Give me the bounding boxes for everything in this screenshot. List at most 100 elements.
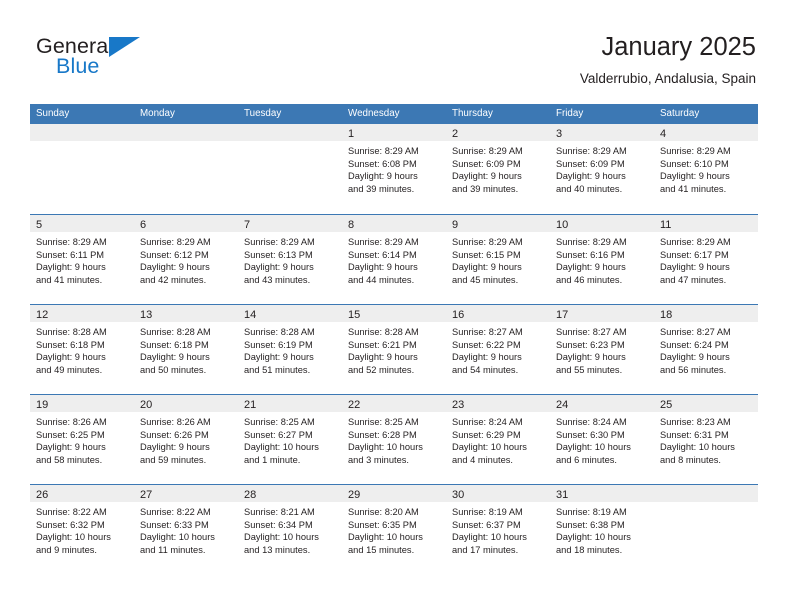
sunrise-text: Sunrise: 8:21 AM <box>244 507 315 517</box>
daylight-text-line1: Daylight: 9 hours <box>452 171 522 182</box>
calendar-day-cell[interactable]: 18 Sunrise: 8:27 AM Sunset: 6:24 PM Dayligh… <box>654 305 758 394</box>
sunset-text: Sunset: 6:09 PM <box>452 158 521 169</box>
daylight-text-line2: and 9 minutes. <box>36 544 97 555</box>
calendar-day-cell[interactable]: 3 Sunrise: 8:29 AM Sunset: 6:09 PM Daylight… <box>550 124 654 214</box>
day-number-band: 8 <box>342 215 446 232</box>
calendar-day-cell[interactable]: 5 Sunrise: 8:29 AM Sunset: 6:11 PM Daylight… <box>30 215 134 304</box>
calendar-day-cell[interactable]: 13 Sunrise: 8:28 AM Sunset: 6:18 PM Dayligh… <box>134 305 238 394</box>
sunset-text: Sunset: 6:24 PM <box>660 339 729 350</box>
generalblue-logo[interactable]: General Blue <box>36 34 236 84</box>
day-number: 26 <box>36 489 49 501</box>
calendar-day-cell[interactable]: 9 Sunrise: 8:29 AM Sunset: 6:15 PM Daylight… <box>446 215 550 304</box>
calendar-day-cell[interactable]: 1 Sunrise: 8:29 AM Sunset: 6:08 PM Daylight… <box>342 124 446 214</box>
day-sun-info: Sunrise: 8:26 AM Sunset: 6:26 PM Daylight:… <box>134 412 238 466</box>
calendar-day-cell[interactable]: 25 Sunrise: 8:23 AM Sunset: 6:31 PM Dayligh… <box>654 395 758 484</box>
day-number-band: 19 <box>30 395 134 412</box>
calendar-day-cell[interactable]: 17 Sunrise: 8:27 AM Sunset: 6:23 PM Dayligh… <box>550 305 654 394</box>
calendar-day-cell[interactable]: 19 Sunrise: 8:26 AM Sunset: 6:25 PM Dayligh… <box>30 395 134 484</box>
daylight-text-line2: and 49 minutes. <box>36 364 103 375</box>
daylight-text-line2: and 17 minutes. <box>452 544 519 555</box>
daylight-text-line1: Daylight: 9 hours <box>556 171 626 182</box>
daylight-text-line1: Daylight: 10 hours <box>348 442 423 453</box>
daylight-text-line2: and 8 minutes. <box>660 454 721 465</box>
calendar-day-cell[interactable]: 29 Sunrise: 8:20 AM Sunset: 6:35 PM Dayligh… <box>342 485 446 574</box>
calendar-day-cell[interactable]: 7 Sunrise: 8:29 AM Sunset: 6:13 PM Daylight… <box>238 215 342 304</box>
daylight-text-line1: Daylight: 10 hours <box>348 532 423 543</box>
day-number: 6 <box>140 219 147 231</box>
calendar-day-cell[interactable]: 31 Sunrise: 8:19 AM Sunset: 6:38 PM Dayligh… <box>550 485 654 574</box>
day-number: 12 <box>36 309 49 321</box>
sunrise-text: Sunrise: 8:29 AM <box>452 237 523 247</box>
calendar-day-cell[interactable]: 26 Sunrise: 8:22 AM Sunset: 6:32 PM Dayligh… <box>30 485 134 574</box>
day-sun-info: Sunrise: 8:29 AM Sunset: 6:11 PM Daylight:… <box>30 232 134 286</box>
calendar-day-cell[interactable]: 23 Sunrise: 8:24 AM Sunset: 6:29 PM Dayligh… <box>446 395 550 484</box>
day-number-band: 28 <box>238 485 342 502</box>
sunrise-text: Sunrise: 8:19 AM <box>556 507 627 517</box>
weekday-header-monday: Monday <box>140 108 175 119</box>
sunrise-text: Sunrise: 8:22 AM <box>140 507 211 517</box>
calendar-day-cell[interactable]: 6 Sunrise: 8:29 AM Sunset: 6:12 PM Daylight… <box>134 215 238 304</box>
day-number-band: 4 <box>654 124 758 141</box>
calendar-day-cell[interactable]: 12 Sunrise: 8:28 AM Sunset: 6:18 PM Dayligh… <box>30 305 134 394</box>
calendar-day-cell[interactable]: 10 Sunrise: 8:29 AM Sunset: 6:16 PM Dayligh… <box>550 215 654 304</box>
day-sun-info: Sunrise: 8:23 AM Sunset: 6:31 PM Daylight:… <box>654 412 758 466</box>
day-sun-info: Sunrise: 8:21 AM Sunset: 6:34 PM Daylight:… <box>238 502 342 556</box>
day-number: 7 <box>244 219 251 231</box>
calendar-day-cell[interactable]: 4 Sunrise: 8:29 AM Sunset: 6:10 PM Daylight… <box>654 124 758 214</box>
day-number: 18 <box>660 309 673 321</box>
day-number: 22 <box>348 399 361 411</box>
daylight-text-line2: and 13 minutes. <box>244 544 311 555</box>
daylight-text-line2: and 6 minutes. <box>556 454 617 465</box>
sunset-text: Sunset: 6:28 PM <box>348 429 417 440</box>
day-number: 4 <box>660 128 667 140</box>
sunrise-text: Sunrise: 8:29 AM <box>556 237 627 247</box>
sunset-text: Sunset: 6:32 PM <box>36 519 105 530</box>
daylight-text-line2: and 3 minutes. <box>348 454 409 465</box>
sunset-text: Sunset: 6:18 PM <box>140 339 209 350</box>
sunrise-text: Sunrise: 8:29 AM <box>244 237 315 247</box>
daylight-text-line1: Daylight: 10 hours <box>452 532 527 543</box>
daylight-text-line2: and 39 minutes. <box>452 183 519 194</box>
calendar-day-cell[interactable]: 24 Sunrise: 8:24 AM Sunset: 6:30 PM Dayligh… <box>550 395 654 484</box>
sunrise-text: Sunrise: 8:26 AM <box>36 417 107 427</box>
daylight-text-line2: and 15 minutes. <box>348 544 415 555</box>
calendar-day-cell[interactable]: 8 Sunrise: 8:29 AM Sunset: 6:14 PM Daylight… <box>342 215 446 304</box>
calendar-day-cell[interactable]: 28 Sunrise: 8:21 AM Sunset: 6:34 PM Dayligh… <box>238 485 342 574</box>
day-number-band <box>238 124 342 141</box>
calendar-day-cell[interactable]: 14 Sunrise: 8:28 AM Sunset: 6:19 PM Dayligh… <box>238 305 342 394</box>
daylight-text-line2: and 43 minutes. <box>244 274 311 285</box>
sunset-text: Sunset: 6:25 PM <box>36 429 105 440</box>
sunset-text: Sunset: 6:10 PM <box>660 158 729 169</box>
sunset-text: Sunset: 6:17 PM <box>660 249 729 260</box>
sunset-text: Sunset: 6:35 PM <box>348 519 417 530</box>
daylight-text-line2: and 50 minutes. <box>140 364 207 375</box>
day-number: 24 <box>556 399 569 411</box>
sunset-text: Sunset: 6:09 PM <box>556 158 625 169</box>
calendar-day-cell[interactable]: 20 Sunrise: 8:26 AM Sunset: 6:26 PM Dayligh… <box>134 395 238 484</box>
day-number-band: 30 <box>446 485 550 502</box>
calendar-day-cell[interactable]: 22 Sunrise: 8:25 AM Sunset: 6:28 PM Dayligh… <box>342 395 446 484</box>
calendar-day-cell[interactable]: 21 Sunrise: 8:25 AM Sunset: 6:27 PM Dayligh… <box>238 395 342 484</box>
calendar-grid: Sunday Monday Tuesday Wednesday Thursday Frid… <box>30 104 758 574</box>
page-header: General Blue January 2025 Valderrubio, A… <box>0 0 792 104</box>
day-sun-info: Sunrise: 8:28 AM Sunset: 6:21 PM Daylight:… <box>342 322 446 376</box>
calendar-day-cell[interactable]: 30 Sunrise: 8:19 AM Sunset: 6:37 PM Dayligh… <box>446 485 550 574</box>
daylight-text-line1: Daylight: 9 hours <box>140 352 210 363</box>
day-number-band: 1 <box>342 124 446 141</box>
daylight-text-line2: and 54 minutes. <box>452 364 519 375</box>
calendar-day-cell[interactable]: 11 Sunrise: 8:29 AM Sunset: 6:17 PM Dayligh… <box>654 215 758 304</box>
daylight-text-line1: Daylight: 9 hours <box>660 171 730 182</box>
daylight-text-line1: Daylight: 10 hours <box>660 442 735 453</box>
day-number-band: 6 <box>134 215 238 232</box>
day-number-band: 11 <box>654 215 758 232</box>
day-number-band: 23 <box>446 395 550 412</box>
calendar-week-row: 1 Sunrise: 8:29 AM Sunset: 6:08 PM Daylight… <box>30 124 758 214</box>
sunset-text: Sunset: 6:14 PM <box>348 249 417 260</box>
sunset-text: Sunset: 6:08 PM <box>348 158 417 169</box>
sunset-text: Sunset: 6:13 PM <box>244 249 313 260</box>
sunset-text: Sunset: 6:29 PM <box>452 429 521 440</box>
calendar-day-cell[interactable]: 16 Sunrise: 8:27 AM Sunset: 6:22 PM Dayligh… <box>446 305 550 394</box>
calendar-day-cell[interactable]: 2 Sunrise: 8:29 AM Sunset: 6:09 PM Daylight… <box>446 124 550 214</box>
calendar-day-cell[interactable]: 27 Sunrise: 8:22 AM Sunset: 6:33 PM Dayligh… <box>134 485 238 574</box>
calendar-day-cell[interactable]: 15 Sunrise: 8:28 AM Sunset: 6:21 PM Dayligh… <box>342 305 446 394</box>
